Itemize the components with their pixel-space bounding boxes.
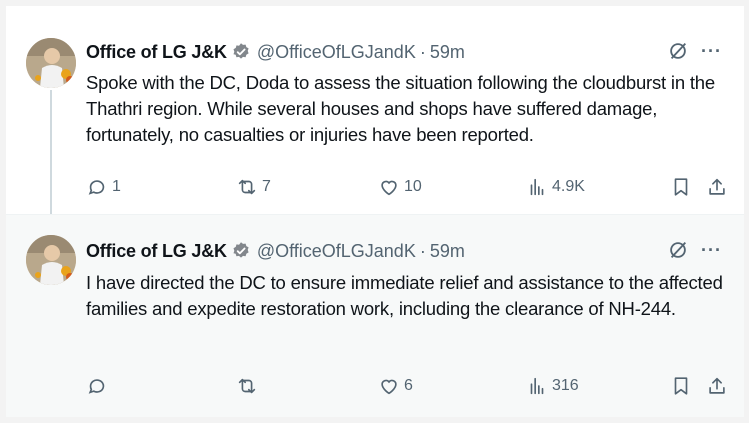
repost-button[interactable]: 7: [236, 176, 271, 198]
like-button[interactable]: 10: [378, 176, 422, 198]
verified-badge-icon: [231, 241, 251, 261]
tweet-actions: 6 316: [86, 371, 726, 401]
repost-button[interactable]: [236, 375, 262, 397]
repost-icon: [238, 378, 256, 394]
grok-icon[interactable]: [667, 239, 689, 261]
tweet-header: Office of LG J&K @OfficeOfLGJandK · 59m: [86, 34, 465, 70]
tweet-top-actions: ···: [667, 40, 722, 62]
reply-button[interactable]: 1: [86, 176, 121, 198]
like-count: 10: [404, 178, 422, 195]
tweet-2[interactable]: Office of LG J&K @OfficeOfLGJandK · 59m …: [6, 214, 744, 417]
timestamp[interactable]: 59m: [430, 42, 465, 63]
tweet-top-actions: ···: [667, 239, 722, 261]
view-count: 4.9K: [552, 178, 585, 195]
thread-connector: [50, 90, 52, 222]
reply-icon: [88, 180, 105, 195]
views-button[interactable]: 316: [526, 375, 579, 397]
reply-count: 1: [112, 178, 121, 195]
author-name[interactable]: Office of LG J&K: [86, 241, 227, 262]
more-options-icon[interactable]: ···: [701, 41, 722, 62]
repost-count: 7: [262, 178, 271, 195]
bookmark-button[interactable]: [670, 176, 692, 198]
author-handle[interactable]: @OfficeOfLGJandK: [257, 42, 416, 63]
share-button[interactable]: [706, 375, 728, 397]
tweet-text: I have directed the DC to ensure immedia…: [86, 272, 723, 319]
author-handle[interactable]: @OfficeOfLGJandK: [257, 241, 416, 262]
repost-icon: [238, 179, 256, 195]
separator-dot: ·: [419, 240, 426, 261]
reply-icon: [88, 379, 105, 394]
bookmark-icon: [674, 178, 688, 196]
tweet-header: Office of LG J&K @OfficeOfLGJandK · 59m: [86, 233, 465, 269]
verified-badge-icon: [231, 42, 251, 62]
share-icon: [709, 178, 725, 195]
separator-dot: ·: [419, 41, 426, 62]
heart-icon: [381, 180, 397, 196]
view-count: 316: [552, 377, 579, 394]
like-count: 6: [404, 377, 413, 394]
share-icon: [709, 377, 725, 394]
analytics-icon: [530, 178, 544, 196]
views-button[interactable]: 4.9K: [526, 176, 585, 198]
tweet-actions: 1 7 10 4.9K: [86, 172, 726, 202]
author-name[interactable]: Office of LG J&K: [86, 42, 227, 63]
like-button[interactable]: 6: [378, 375, 413, 397]
grok-icon[interactable]: [667, 40, 689, 62]
timestamp[interactable]: 59m: [430, 241, 465, 262]
bookmark-icon: [674, 377, 688, 395]
bookmark-button[interactable]: [670, 375, 692, 397]
tweet-text: Spoke with the DC, Doda to assess the si…: [86, 72, 715, 145]
more-options-icon[interactable]: ···: [701, 240, 722, 261]
tweet-1[interactable]: Office of LG J&K @OfficeOfLGJandK · 59m …: [6, 6, 744, 222]
heart-icon: [381, 379, 397, 395]
share-button[interactable]: [706, 176, 728, 198]
timeline: Office of LG J&K @OfficeOfLGJandK · 59m …: [6, 6, 744, 417]
avatar[interactable]: [26, 38, 76, 88]
analytics-icon: [530, 377, 544, 395]
avatar[interactable]: [26, 235, 76, 285]
reply-button[interactable]: [86, 375, 112, 397]
